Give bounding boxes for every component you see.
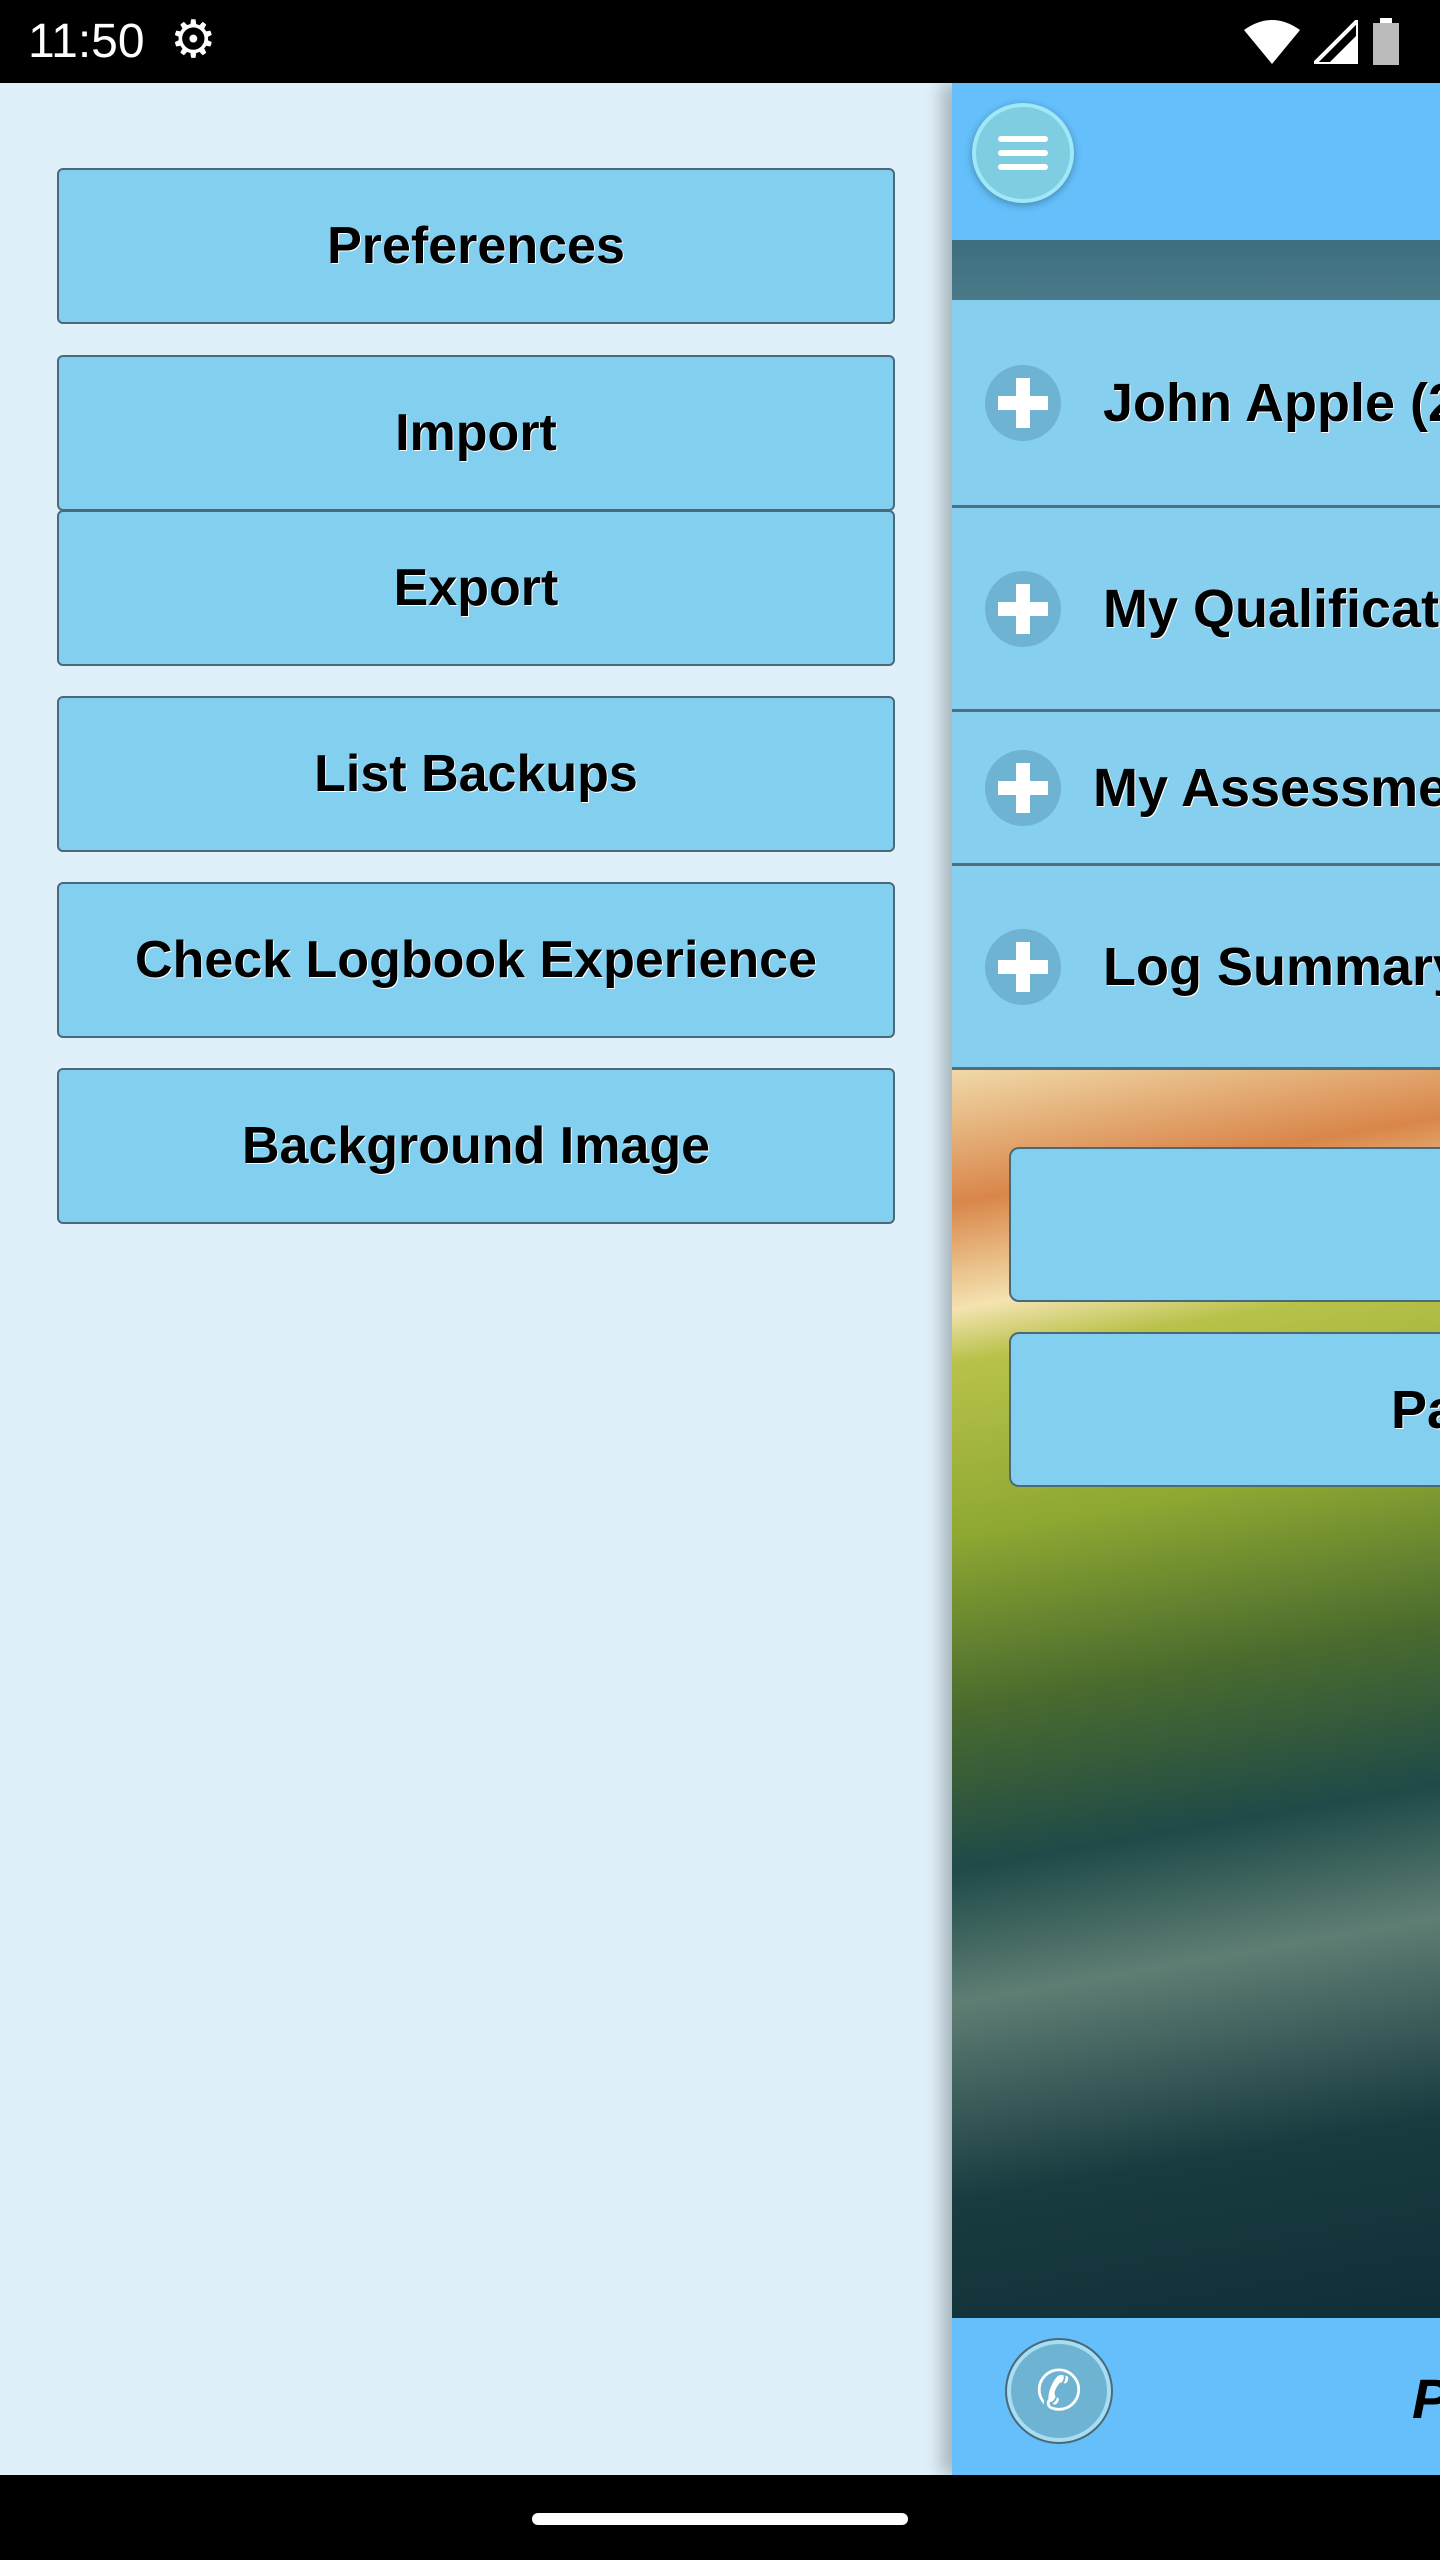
phone-icon[interactable]: ✆	[1007, 2340, 1111, 2442]
wifi-icon	[1244, 20, 1300, 64]
home-gesture-handle[interactable]	[532, 2513, 908, 2525]
list-backups-button[interactable]: List Backups	[57, 696, 895, 852]
export-button[interactable]: Export	[57, 510, 895, 666]
assessments-row[interactable]: My Assessme	[952, 712, 1440, 866]
clock: 11:50	[28, 15, 145, 68]
row-label: My Qualificati	[1103, 578, 1440, 639]
background-image-button[interactable]: Background Image	[57, 1068, 895, 1224]
signal-icon	[1314, 20, 1358, 64]
qualifications-row[interactable]: My Qualificati	[952, 508, 1440, 712]
footer-text: P	[1412, 2366, 1440, 2431]
preferences-button[interactable]: Preferences	[57, 168, 895, 324]
hamburger-menu-icon[interactable]	[972, 103, 1074, 203]
battery-icon	[1373, 18, 1399, 65]
main-button-1[interactable]	[1009, 1147, 1440, 1302]
footer-bar: ✆ P	[952, 2318, 1440, 2475]
expand-plus-icon	[985, 364, 1061, 441]
expand-plus-icon	[985, 570, 1061, 647]
status-bar: 11:50 ⚙	[0, 0, 1440, 83]
expand-plus-icon	[985, 928, 1061, 1005]
check-logbook-experience-button[interactable]: Check Logbook Experience	[57, 882, 895, 1038]
expand-plus-icon	[985, 749, 1061, 826]
main-content: John Apple (2 My Qualificati My Assessme…	[952, 83, 1440, 2475]
system-nav-bar	[0, 2475, 1440, 2560]
log-summary-row[interactable]: Log Summary	[952, 866, 1440, 1070]
main-button-2[interactable]: Pa	[1009, 1332, 1440, 1487]
row-label: My Assessme	[1093, 757, 1440, 818]
navigation-drawer: Preferences Import Export List Backups C…	[0, 83, 952, 2475]
row-label: John Apple (2	[1103, 372, 1440, 433]
row-label: Log Summary	[1103, 936, 1440, 997]
profile-row[interactable]: John Apple (2	[952, 300, 1440, 508]
import-button[interactable]: Import	[57, 355, 895, 511]
gear-icon: ⚙	[170, 11, 217, 69]
app-header	[952, 83, 1440, 240]
